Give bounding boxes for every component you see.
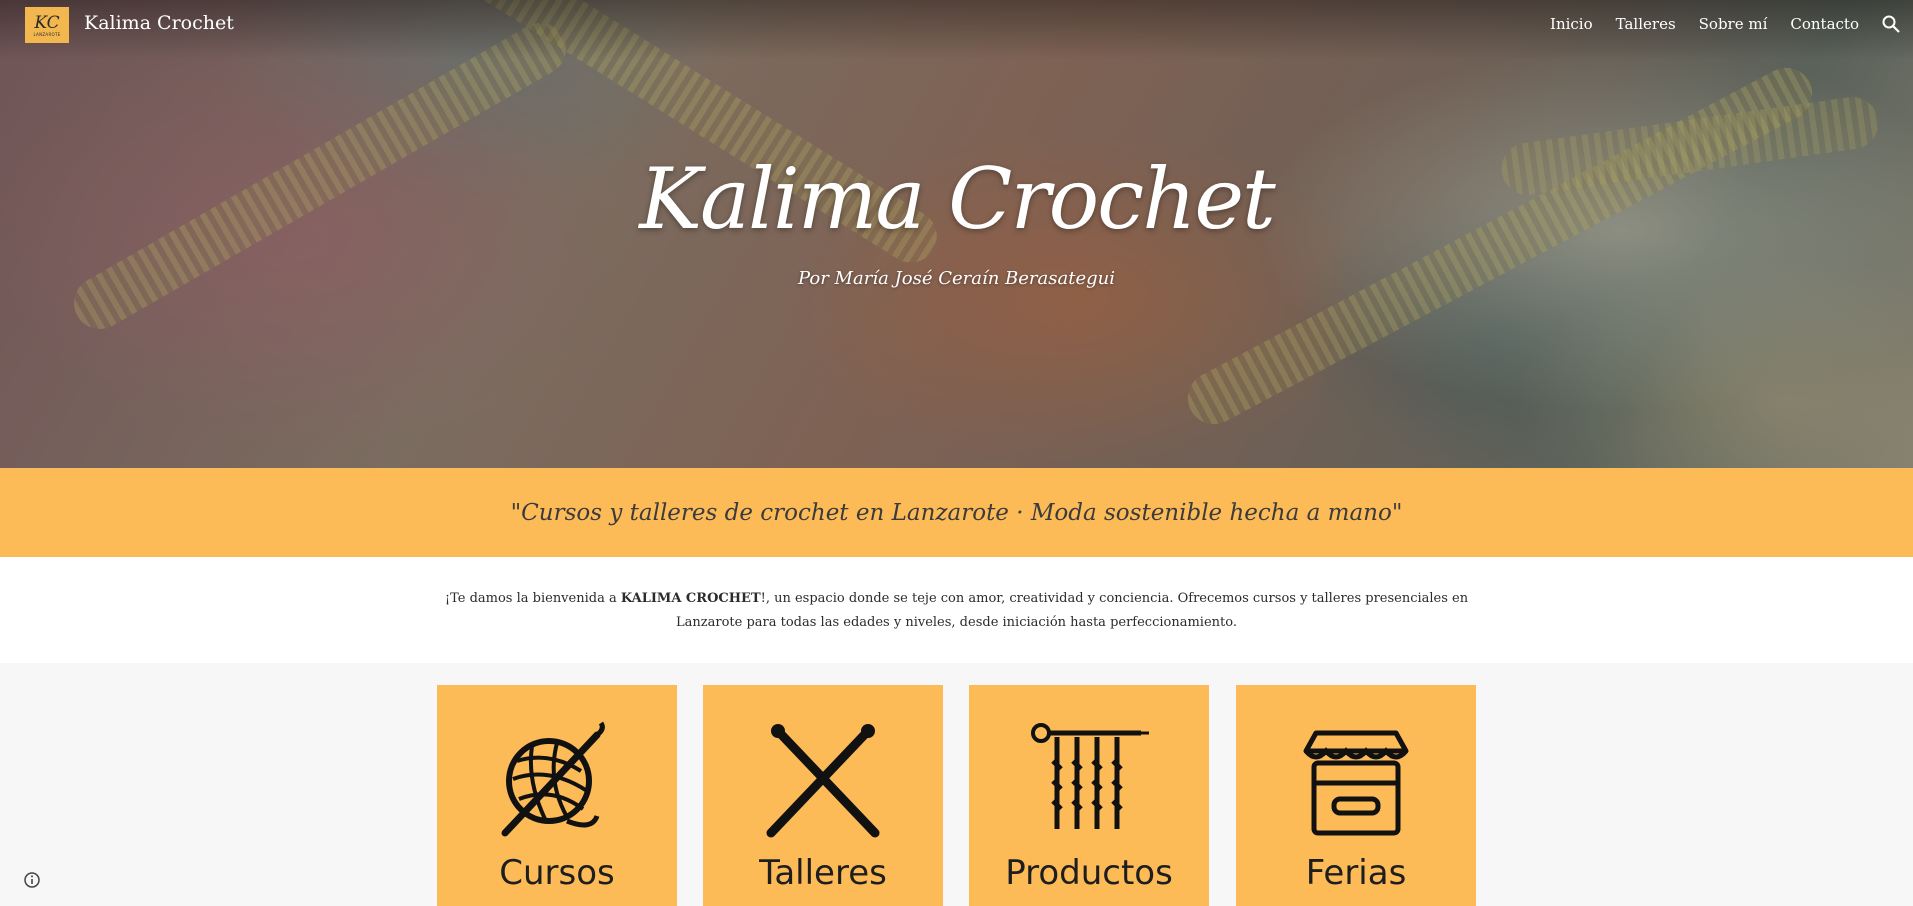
logo-mark: KC bbox=[34, 12, 60, 33]
crossed-needles-icon bbox=[766, 724, 880, 838]
cards-section bbox=[0, 663, 1913, 906]
tagline-band: "Cursos y talleres de crochet en Lanzaro… bbox=[0, 468, 1913, 557]
card-talleres[interactable]: Talleres bbox=[703, 685, 943, 906]
intro-text: ¡Te damos la bienvenida a KALIMA CROCHET… bbox=[441, 587, 1472, 635]
logo-sub: LANZAROTE bbox=[33, 31, 61, 37]
site-logo[interactable]: KC LANZAROTE bbox=[25, 7, 69, 43]
site-name[interactable]: Kalima Crochet bbox=[84, 12, 234, 34]
intro-before: ¡Te damos la bienvenida a bbox=[444, 591, 621, 606]
nav-link-contacto[interactable]: Contacto bbox=[1790, 15, 1859, 33]
yarn-ball-hook-icon bbox=[501, 721, 605, 837]
hero-subtitle: Por María José Ceraín Berasategui bbox=[798, 268, 1115, 289]
card-label-talleres: Talleres bbox=[759, 853, 887, 893]
market-stall-icon bbox=[1303, 730, 1409, 836]
nav-link-inicio[interactable]: Inicio bbox=[1550, 15, 1593, 33]
search-icon[interactable] bbox=[1881, 14, 1901, 34]
card-productos[interactable]: Productos bbox=[969, 685, 1209, 906]
intro-brand: KALIMA CROCHET bbox=[620, 591, 761, 606]
card-cursos[interactable]: Cursos bbox=[437, 685, 677, 906]
tagline: "Cursos y talleres de crochet en Lanzaro… bbox=[510, 499, 1403, 526]
card-label-cursos: Cursos bbox=[499, 853, 615, 893]
nav-link-talleres[interactable]: Talleres bbox=[1616, 15, 1676, 33]
intro-after: !, un espacio donde se teje con amor, cr… bbox=[676, 591, 1469, 630]
hero-title: Kalima Crochet bbox=[639, 150, 1276, 248]
info-icon[interactable] bbox=[23, 871, 41, 889]
card-label-ferias: Ferias bbox=[1305, 853, 1407, 893]
card-ferias[interactable]: Ferias bbox=[1236, 685, 1476, 906]
nav-link-sobre-mi[interactable]: Sobre mí bbox=[1699, 15, 1768, 33]
knitting-needle-icon bbox=[1031, 723, 1149, 829]
nav-links: Inicio Talleres Sobre mí Contacto bbox=[1550, 15, 1859, 33]
hero-banner: Kalima Crochet Por María José Ceraín Ber… bbox=[0, 0, 1913, 468]
card-label-productos: Productos bbox=[1005, 853, 1173, 893]
top-nav: KC LANZAROTE Kalima Crochet Inicio Talle… bbox=[0, 0, 1913, 50]
